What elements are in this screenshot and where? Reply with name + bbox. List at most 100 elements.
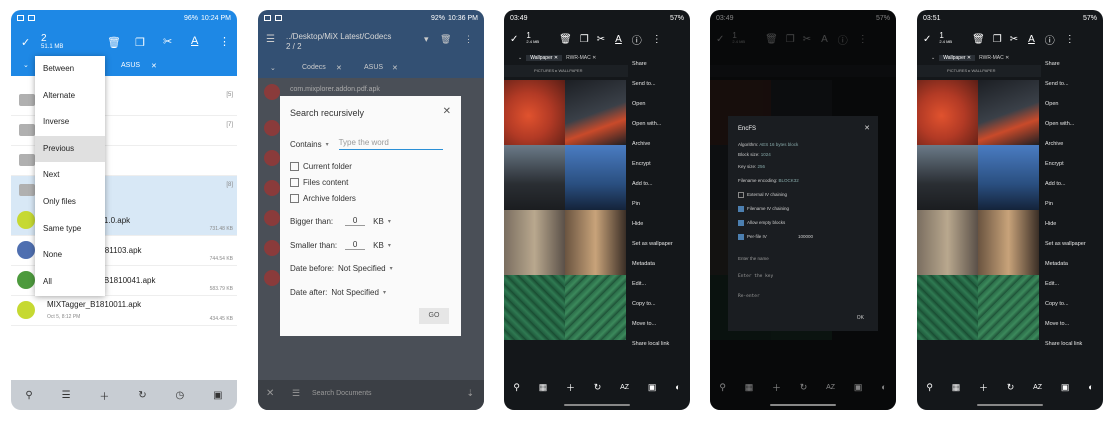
checkbox[interactable] <box>738 192 744 198</box>
algorithm-select[interactable]: AES 16 bytes block <box>759 142 798 147</box>
tab-asus[interactable]: ASUS <box>121 62 140 69</box>
menu-item-add-to[interactable]: Add to... <box>1041 174 1103 194</box>
cut-icon[interactable]: ✂ <box>163 35 172 48</box>
tab-rwr-mac[interactable]: RWR-MAC ✕ <box>975 55 1013 61</box>
search-input[interactable]: Type the word <box>338 138 443 150</box>
refresh-icon[interactable]: ↻ <box>1007 382 1015 393</box>
menu-item-metadata[interactable]: Metadata <box>1041 254 1103 274</box>
refresh-icon[interactable]: ↻ <box>138 390 146 401</box>
search-icon[interactable]: ⚲ <box>25 390 32 401</box>
check-per-file-iv[interactable]: Per-file IV 100000 <box>738 234 813 240</box>
checkbox-checked[interactable] <box>738 234 744 240</box>
menu-item-copy-to[interactable]: Copy to... <box>628 294 690 314</box>
chevron-down-icon[interactable]: ⌄ <box>270 64 276 72</box>
menu-item-open-with[interactable]: Open with... <box>1041 114 1103 134</box>
menu-item-open[interactable]: Open <box>628 94 690 114</box>
search-icon[interactable]: ⚲ <box>926 382 933 393</box>
more-icon[interactable]: ⋮ <box>1065 34 1075 45</box>
tab-wallpaper[interactable]: Wallpaper ✕ <box>939 55 976 61</box>
bigger-unit-select[interactable]: KB <box>373 217 384 226</box>
theme-icon[interactable]: ◐ <box>881 382 886 392</box>
checkbox-checked[interactable] <box>738 206 744 212</box>
more-icon[interactable]: ⋮ <box>652 34 662 45</box>
menu-item-pin[interactable]: Pin <box>1041 194 1103 214</box>
select-icon[interactable]: ▣ <box>854 382 863 393</box>
reenter-input[interactable]: Re-enter <box>738 294 760 299</box>
thumbnail[interactable] <box>978 210 1039 275</box>
chevron-down-icon[interactable]: ⌄ <box>514 55 526 61</box>
trash-icon[interactable]: 🗑 <box>972 34 985 45</box>
list-item[interactable]: MIXTagger_B1810011.apk Oct 5, 8:12 PM 43… <box>11 296 237 326</box>
thumbnail[interactable] <box>504 145 565 210</box>
sort-icon[interactable]: AZ <box>620 384 629 391</box>
menu-item-inverse[interactable]: Inverse <box>35 109 105 136</box>
menu-item-open-with[interactable]: Open with... <box>628 114 690 134</box>
menu-item-move-to[interactable]: Move to... <box>628 314 690 334</box>
menu-item-copy-to[interactable]: Copy to... <box>1041 294 1103 314</box>
menu-item-encrypt[interactable]: Encrypt <box>628 154 690 174</box>
menu-item-all[interactable]: All <box>35 269 105 296</box>
chevron-down-icon[interactable]: ⌄ <box>927 55 939 61</box>
theme-icon[interactable]: ◐ <box>1088 382 1093 392</box>
thumbnail[interactable] <box>978 275 1039 340</box>
date-before-select[interactable]: Not Specified <box>338 264 386 273</box>
rename-icon[interactable]: A <box>615 34 622 45</box>
tab-wallpaper[interactable]: Wallpaper ✕ <box>526 55 563 61</box>
checkbox-archive-folders[interactable]: Archive folders <box>290 194 356 203</box>
thumbnail[interactable] <box>565 145 626 210</box>
trash-icon[interactable]: 🗑 <box>107 36 121 49</box>
tab-rwr-mac[interactable]: RWR-MAC ✕ <box>562 55 600 61</box>
menu-item-between[interactable]: Between <box>35 56 105 83</box>
sort-icon[interactable]: AZ <box>1033 384 1042 391</box>
search-icon[interactable]: ⚲ <box>719 382 726 393</box>
arrow-down-icon[interactable]: ⇣ <box>466 388 474 399</box>
menu-item-archive[interactable]: Archive <box>1041 134 1103 154</box>
smaller-unit-select[interactable]: KB <box>373 241 384 250</box>
checkbox-current-folder[interactable]: Current folder <box>290 162 352 171</box>
check-external-iv[interactable]: External IV chaining <box>738 192 787 198</box>
more-icon[interactable]: ⋮ <box>464 34 473 45</box>
copy-icon[interactable]: ❐ <box>135 36 145 49</box>
contains-select[interactable]: Contains <box>290 140 322 149</box>
thumbnail[interactable] <box>565 80 626 145</box>
info-icon[interactable]: ⓘ <box>1045 32 1055 47</box>
info-icon[interactable]: ⓘ <box>632 32 642 47</box>
filter-icon[interactable]: ☰ <box>292 388 300 399</box>
thumbnail[interactable] <box>917 210 978 275</box>
grid-view-icon[interactable]: ▦ <box>539 382 548 393</box>
add-icon[interactable]: ＋ <box>566 381 575 394</box>
menu-item-previous[interactable]: Previous <box>35 135 105 163</box>
menu-item-alternate[interactable]: Alternate <box>35 83 105 110</box>
check-filename-iv[interactable]: Filename IV chaining <box>738 206 789 212</box>
go-button[interactable]: GO <box>419 308 449 324</box>
smaller-input[interactable]: 0 <box>345 240 366 250</box>
search-bar-label[interactable]: Search Documents <box>312 390 372 397</box>
menu-item-pin[interactable]: Pin <box>628 194 690 214</box>
bigger-input[interactable]: 0 <box>345 216 366 226</box>
tab-close-icon[interactable]: ✕ <box>392 64 398 72</box>
grid-view-icon[interactable]: ▦ <box>952 382 961 393</box>
menu-item-encrypt[interactable]: Encrypt <box>1041 154 1103 174</box>
tab-codecs[interactable]: Codecs <box>302 64 326 71</box>
key-select[interactable]: 256 <box>758 164 766 169</box>
menu-item-share-local-link[interactable]: Share local link <box>628 334 690 354</box>
menu-item-only-files[interactable]: Only files <box>35 189 105 216</box>
close-icon[interactable]: ✕ <box>266 388 274 399</box>
theme-icon[interactable]: ◐ <box>675 382 680 392</box>
refresh-icon[interactable]: ↻ <box>800 382 808 393</box>
ok-button[interactable]: OK <box>857 315 864 321</box>
menu-item-open[interactable]: Open <box>1041 94 1103 114</box>
checkbox[interactable] <box>290 178 299 187</box>
menu-item-set-wallpaper[interactable]: Set as wallpaper <box>628 234 690 254</box>
checkbox-checked[interactable] <box>738 220 744 226</box>
rename-icon[interactable]: A <box>1028 34 1035 45</box>
checkbox[interactable] <box>290 194 299 203</box>
sort-icon[interactable]: AZ <box>826 384 835 391</box>
trash-icon[interactable]: 🗑 <box>440 34 451 45</box>
add-icon[interactable]: ＋ <box>772 381 781 394</box>
menu-item-hide[interactable]: Hide <box>628 214 690 234</box>
thumbnail[interactable] <box>917 275 978 340</box>
thumbnail[interactable] <box>565 210 626 275</box>
tab-close-icon[interactable]: ✕ <box>336 64 342 72</box>
grid-view-icon[interactable]: ▦ <box>745 382 754 393</box>
